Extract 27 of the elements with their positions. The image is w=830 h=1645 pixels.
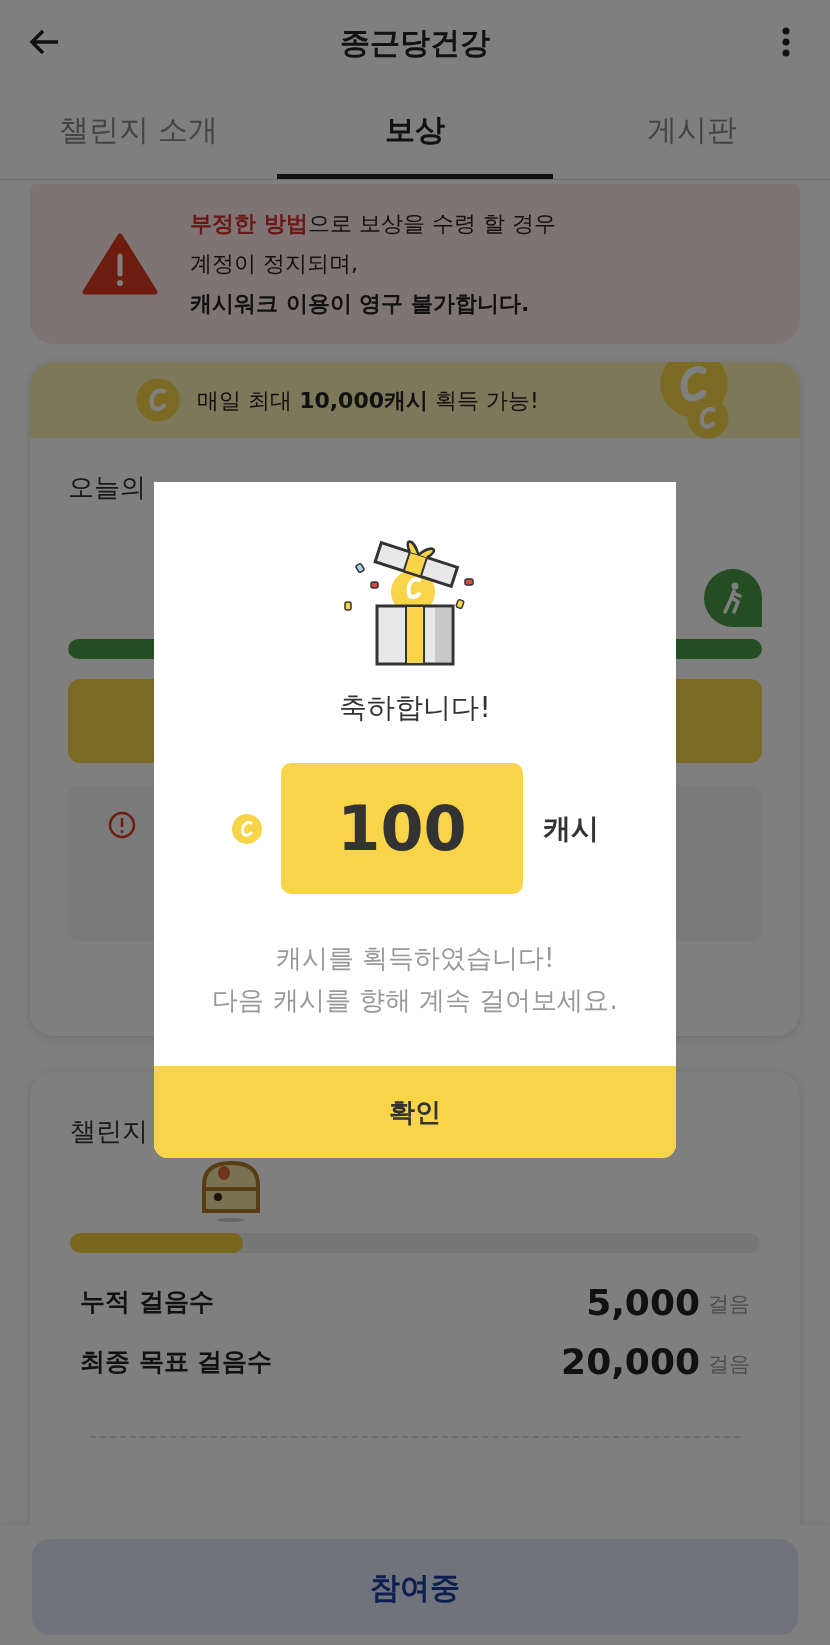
participating-button[interactable]: 참여중 bbox=[32, 1539, 798, 1635]
warning-text: 계정이 정지되며, bbox=[190, 250, 359, 278]
stat-value: 5,000 bbox=[586, 1284, 700, 1321]
dialog-title: 축하합니다! bbox=[339, 690, 491, 726]
amount-unit: 캐시 bbox=[543, 810, 599, 847]
tab[interactable]: 챌린지 소개 bbox=[0, 84, 277, 179]
tab[interactable]: 보상 bbox=[276, 84, 554, 179]
amount-text: 100 bbox=[337, 791, 467, 867]
info-icon bbox=[108, 811, 136, 839]
stat-value: 20,000 bbox=[561, 1344, 700, 1380]
warning-text: 부정한 방법으로 보상을 수령 할 경우 bbox=[190, 210, 556, 238]
warning-icon bbox=[82, 232, 158, 296]
back-arrow-icon bbox=[28, 28, 60, 56]
tab[interactable]: 게시판 bbox=[553, 84, 830, 179]
card-title: 오늘의 bbox=[68, 471, 146, 504]
stat-label: 최종 목표 걸음수 bbox=[80, 1345, 273, 1378]
confirm-button[interactable]: 확인 bbox=[154, 1066, 676, 1158]
stat-label: 누적 걸음수 bbox=[80, 1286, 214, 1318]
coin-icon bbox=[135, 377, 182, 423]
more-icon bbox=[782, 27, 790, 57]
dialog-message: 캐시를 획득하였습니다! bbox=[275, 942, 555, 975]
dialog-message: 다음 캐시를 향해 계속 걸어보세요. bbox=[212, 984, 618, 1017]
banner-text: 매일 최대 10,000캐시 획득 가능! bbox=[197, 386, 539, 415]
page-title: 종근당건강 bbox=[340, 23, 490, 62]
warning-text: 캐시워크 이용이 영구 불가합니다. bbox=[190, 290, 531, 318]
coin-icon bbox=[231, 812, 263, 845]
card-title: 챌린지 bbox=[70, 1115, 148, 1148]
